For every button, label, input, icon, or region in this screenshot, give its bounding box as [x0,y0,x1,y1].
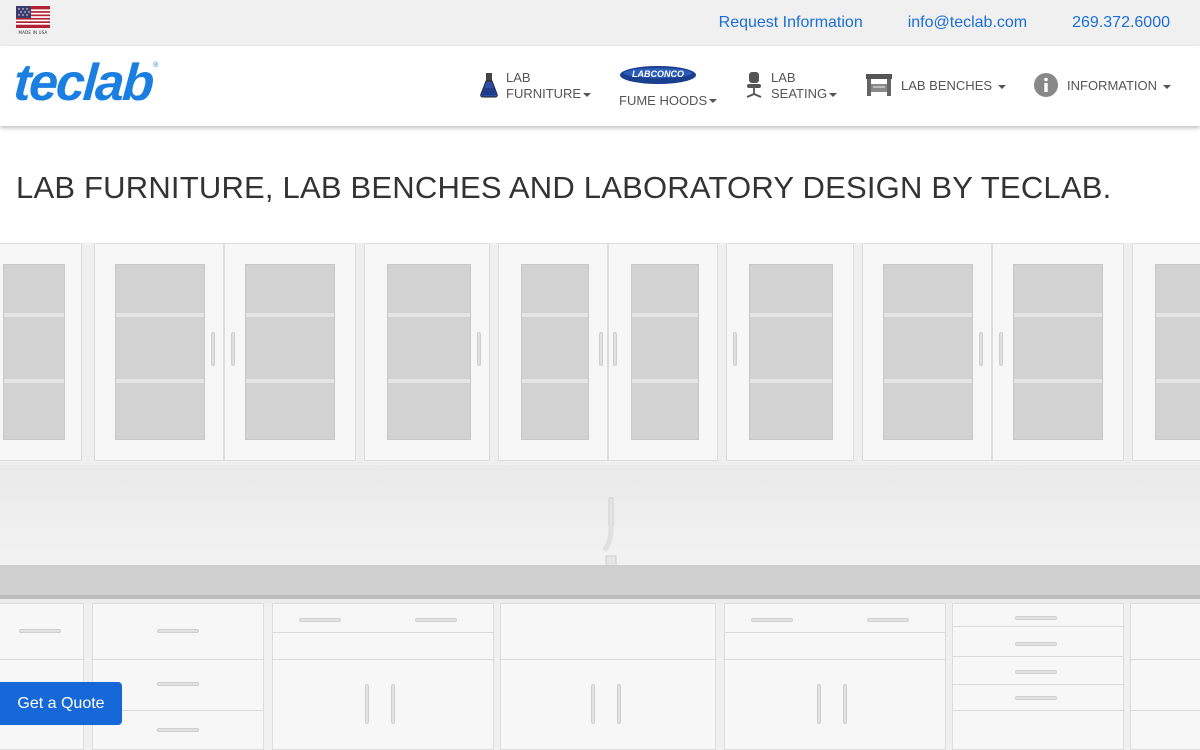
logo-text: teclab [11,54,155,112]
chevron-down-icon [1162,84,1171,89]
registered-mark: ® [153,62,159,69]
made-in-usa-text: MADE IN USA [18,30,48,35]
info-icon [1034,72,1058,100]
made-in-usa-flag-icon: MADE IN USA [16,6,50,36]
labconco-logo-icon: LABCONCO [619,64,697,89]
main-navbar: teclab ® LAB FURNITURE LABCONCO FUME HOO… [0,46,1200,126]
nav-lab-furniture-line1: LAB [506,70,531,85]
chair-icon [745,71,763,102]
labconco-badge-text: LABCONCO [632,69,684,79]
email-link[interactable]: info@teclab.com [908,14,1027,32]
nav-lab-furniture[interactable]: LAB FURNITURE [480,46,592,126]
chevron-down-icon [997,84,1006,89]
base-cabinets [0,603,1200,750]
top-utility-bar: MADE IN USA Request Information info@tec… [0,0,1200,46]
chevron-down-icon [709,99,718,104]
upper-cabinets [0,243,1200,465]
nav-lab-seating-line2: SEATING [771,86,828,101]
chevron-down-icon [583,92,592,97]
page-headline: LAB FURNITURE, LAB BENCHES AND LABORATOR… [16,170,1112,205]
nav-information[interactable]: INFORMATION [1034,46,1171,126]
get-a-quote-button[interactable]: Get a Quote [0,682,122,725]
nav-lab-benches[interactable]: LAB BENCHES [865,46,1006,126]
nav-fume-hoods-label: FUME HOODS [619,92,708,108]
nav-lab-seating[interactable]: LAB SEATING [745,46,838,126]
nav-fume-hoods[interactable]: LABCONCO FUME HOODS [619,46,718,126]
teclab-logo[interactable]: teclab ® [11,54,158,112]
request-information-link[interactable]: Request Information [719,14,863,32]
countertop [0,565,1200,599]
chevron-down-icon [829,92,838,97]
top-links: Request Information info@teclab.com 269.… [674,0,1170,46]
bench-icon [865,72,893,101]
hero-lab-cabinetry-image [0,243,1200,750]
nav-lab-furniture-line2: FURNITURE [506,86,582,101]
flask-icon [480,72,498,101]
nav-information-label: INFORMATION [1067,78,1158,93]
nav-lab-seating-line1: LAB [771,70,796,85]
phone-link[interactable]: 269.372.6000 [1072,14,1170,32]
nav-lab-benches-label: LAB BENCHES [901,78,993,93]
